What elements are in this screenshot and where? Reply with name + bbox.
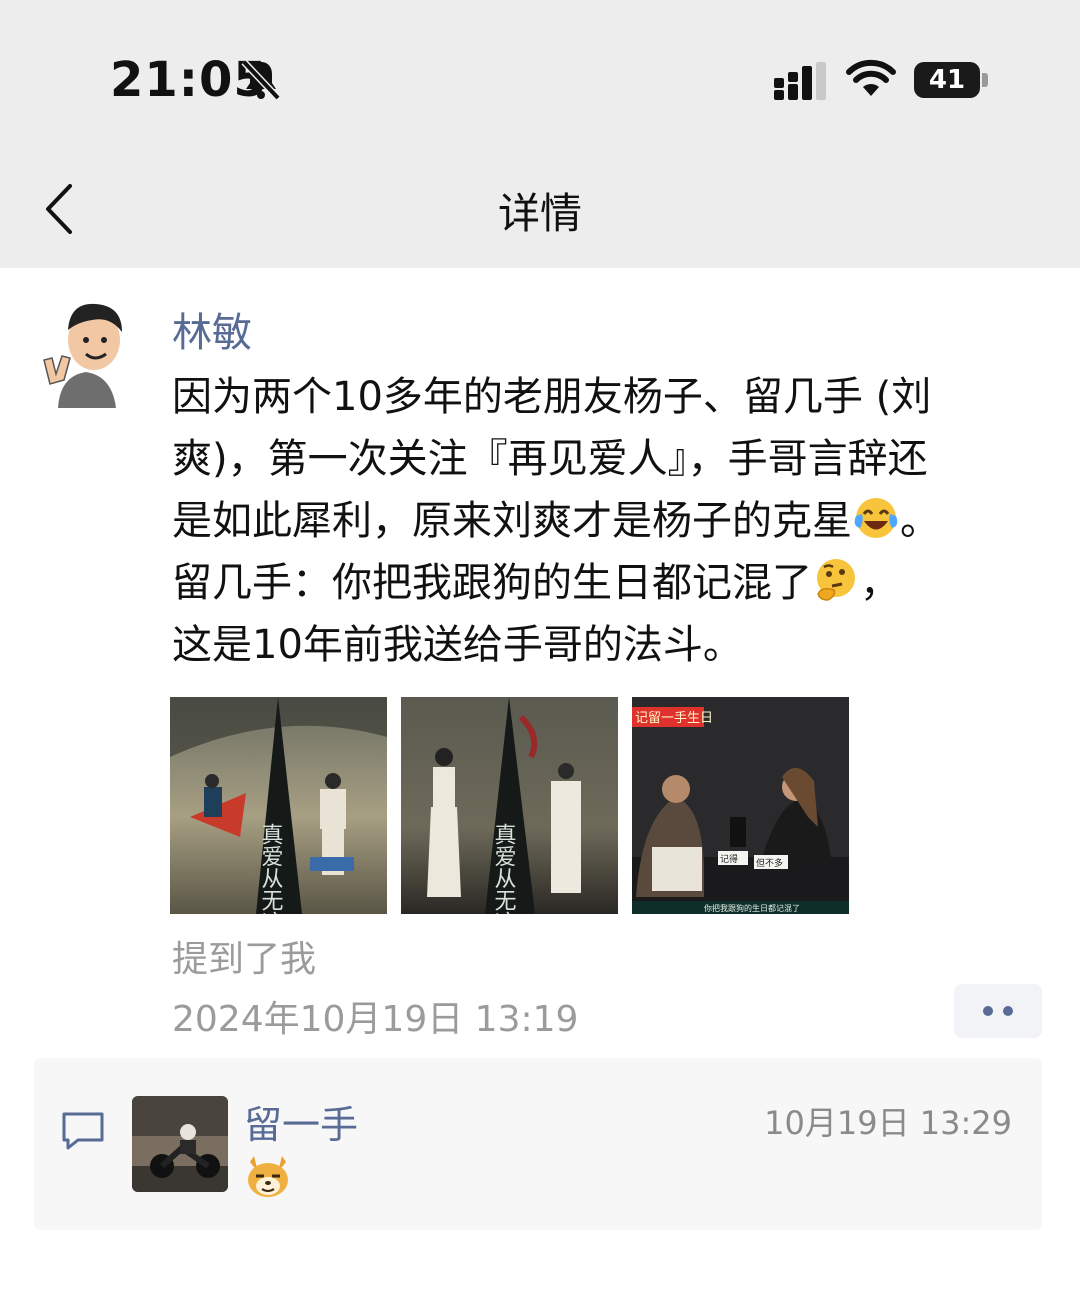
commenter-avatar[interactable] xyxy=(132,1096,228,1192)
laughing-crying-emoji xyxy=(854,498,898,538)
thinking-emoji xyxy=(817,559,855,601)
post-line: 爽)，第一次关注『再见爱人』，手哥言辞还 xyxy=(172,436,928,482)
post-text: 因为两个10多年的老朋友杨子、留几手 (刘 爽)，第一次关注『再见爱人』，手哥言… xyxy=(172,366,1052,676)
battery-level: 41 xyxy=(928,65,966,95)
post-punct: ， xyxy=(860,560,900,606)
post-line-text: 留几手：你把我跟狗的生日都记混了 xyxy=(172,560,812,606)
post-photo[interactable]: 真爱从无迹 xyxy=(401,697,618,914)
comment-bubble-icon xyxy=(62,1112,104,1150)
post-line: 是如此犀利，原来刘爽才是杨子的克星 。 xyxy=(172,490,1052,552)
more-button[interactable] xyxy=(954,984,1042,1038)
wifi-icon xyxy=(846,59,896,96)
author-avatar[interactable] xyxy=(40,296,132,408)
commenter-name[interactable]: 留一手 xyxy=(244,1094,358,1149)
post-timestamp: 2024年10月19日 13:19 xyxy=(172,999,579,1040)
more-dots-icon xyxy=(983,1006,993,1016)
mention-label: 提到了我 xyxy=(172,939,317,980)
post-line-text: 是如此犀利，原来刘爽才是杨子的克星 xyxy=(172,498,852,544)
post-photo[interactable]: 记留一手生日 记得 但不多 你把我跟狗的生日都记混了 xyxy=(632,697,849,914)
bell-slash-icon xyxy=(241,59,281,101)
post-line: 因为两个10多年的老朋友杨子、留几手 (刘 xyxy=(172,374,932,420)
video-bottom-caption: 你把我跟狗的生日都记混了 xyxy=(704,903,800,913)
cellular-signal-icon xyxy=(774,62,826,100)
post-line: 留几手：你把我跟狗的生日都记混了 ， xyxy=(172,552,1052,614)
comment-time: 10月19日 13:29 xyxy=(764,1104,1012,1142)
subtitle-left: 记得 xyxy=(720,853,738,865)
battery-cap xyxy=(982,73,988,87)
poster-caption: 真爱从无迹 xyxy=(258,823,284,914)
top-header: 21:05 41 详情 xyxy=(0,0,1080,268)
doge-emoji xyxy=(248,1156,288,1197)
more-dots-icon xyxy=(1003,1006,1013,1016)
subtitle-right: 但不多 xyxy=(756,857,783,869)
post-line: 这是10年前我送给手哥的法斗。 xyxy=(172,622,743,668)
video-title-overlay: 记留一手生日 xyxy=(635,711,713,726)
page-title: 详情 xyxy=(497,189,582,238)
post-photo[interactable]: 真爱从无迹 xyxy=(170,697,387,914)
poster-caption: 真爱从无迹 xyxy=(491,823,517,914)
battery-indicator: 41 xyxy=(914,62,980,98)
post-punct: 。 xyxy=(900,498,940,544)
author-name[interactable]: 林敏 xyxy=(172,300,252,358)
comment-section: 留一手 10月19日 13:29 xyxy=(34,1058,1042,1230)
